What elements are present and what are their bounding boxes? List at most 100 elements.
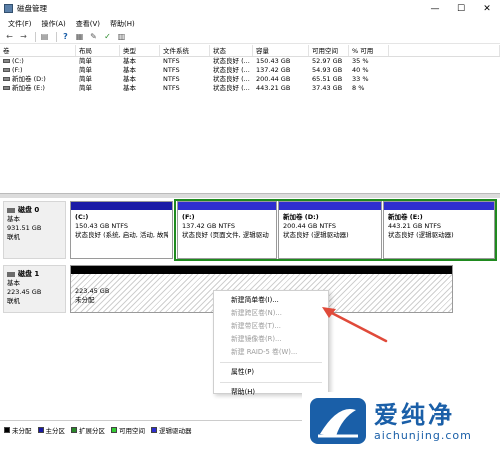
menu-bar: 文件(F) 操作(A) 查看(V) 帮助(H) [0,17,500,30]
cell-layout: 简单 [79,66,92,74]
header-type[interactable]: 类型 [120,45,160,56]
menu-item-new-simple-volume[interactable]: 新建简单卷(I)... [214,294,328,307]
annotation-arrow-icon [322,307,388,343]
partition-d[interactable]: 新加卷 (D:) 200.44 GB NTFS 状态良好 (逻辑驱动器) [278,201,382,259]
legend-swatch [4,426,10,433]
minimize-button[interactable]: — [422,0,448,17]
legend-label: 扩展分区 [79,426,105,435]
cell-percent-free: 35 % [352,57,369,65]
table-row[interactable]: 新加卷 (E:) 简单 基本 NTFS 状态良好 (... 443.21 GB … [0,84,500,93]
menu-item-new-striped-volume: 新建带区卷(T)... [231,322,281,330]
menu-separator [220,362,322,363]
partition-c-body: (C:) 150.43 GB NTFS 状态良好 (系统, 启动, 活动, 故障 [71,210,172,243]
cell-volume: (C:) [0,57,76,66]
header-percent-free[interactable]: % 可用 [349,45,389,56]
header-capacity[interactable]: 容量 [253,45,309,56]
header-filler [389,45,500,56]
partition-f-body: (F:) 137.42 GB NTFS 状态良好 (页面文件, 逻辑驱动 [178,210,276,243]
disk-0-status: 联机 [7,233,20,241]
logical-drive-bar [178,202,276,210]
disk-1-label[interactable]: 磁盘 1 基本 223.45 GB 联机 [3,265,66,313]
watermark-text: 爱纯净 aichunjing.com [374,401,472,442]
disk-list-icon[interactable]: ▤ [39,31,50,42]
menu-item-properties[interactable]: 属性(P) [214,366,328,379]
table-row[interactable]: 新加卷 (D:) 简单 基本 NTFS 状态良好 (... 200.44 GB … [0,75,500,84]
cell-percent-free: 8 % [352,84,365,92]
volume-name: 新加卷 (D:) [12,75,46,83]
context-menu: 新建简单卷(I)... 新建跨区卷(N)... 新建带区卷(T)... 新建镜像… [213,290,329,396]
partition-c[interactable]: (C:) 150.43 GB NTFS 状态良好 (系统, 启动, 活动, 故障 [70,201,173,259]
partition-name: (F:) [182,213,195,221]
cell-free-space: 65.51 GB [312,75,343,83]
menu-view[interactable]: 查看(V) [71,19,105,29]
table-row[interactable]: (C:) 简单 基本 NTFS 状态良好 (... 150.43 GB 52.9… [0,57,500,66]
help-icon[interactable]: ? [60,31,71,42]
disk-management-app-icon [4,4,13,13]
volume-name: (F:) [12,66,23,74]
toolbar-separator [56,31,57,42]
legend-label: 主分区 [45,426,66,435]
settings-icon[interactable]: ✎ [88,31,99,42]
partition-status: 状态良好 (页面文件, 逻辑驱动 [182,231,269,239]
cell-status: 状态良好 (... [213,57,250,65]
header-status[interactable]: 状态 [210,45,253,56]
logical-drive-bar [384,202,494,210]
legend-label: 未分配 [12,426,32,435]
header-free-space[interactable]: 可用空间 [309,45,349,56]
back-arrow-icon[interactable]: ← [4,31,15,42]
partition-e-body: 新加卷 (E:) 443.21 GB NTFS 状态良好 (逻辑驱动器) [384,210,494,243]
cell-type: 基本 [123,57,136,65]
disk-1-size: 223.45 GB [7,288,42,296]
disk-1-name: 磁盘 1 [18,270,40,278]
partition-size: 443.21 GB NTFS [388,222,441,230]
toolbar: ← → ▤ ? ▦ ✎ ✓ ▥ [0,30,500,44]
disk-0-label[interactable]: 磁盘 0 基本 931.51 GB 联机 [3,201,66,259]
header-volume[interactable]: 卷 [0,45,76,56]
menu-item-new-spanned-volume: 新建跨区卷(N)... [231,309,282,317]
header-filesystem[interactable]: 文件系统 [160,45,210,56]
cell-free-space: 37.43 GB [312,84,343,92]
menu-file[interactable]: 文件(F) [3,19,37,29]
cell-filesystem: NTFS [163,75,180,83]
legend-label: 逻辑驱动器 [159,426,192,435]
partition-size: 200.44 GB NTFS [283,222,336,230]
window-controls: — ☐ ✕ [422,0,500,17]
cell-capacity: 150.43 GB [256,57,291,65]
grid-icon[interactable]: ▥ [116,31,127,42]
legend-swatch [151,426,157,433]
disk-icon [7,207,15,213]
legend-label: 可用空间 [119,426,145,435]
legend-primary-partition: 主分区 [37,425,66,435]
forward-arrow-icon[interactable]: → [18,31,29,42]
cell-free-space: 52.97 GB [312,57,343,65]
partition-name: 新加卷 (D:) [283,213,319,221]
properties-icon[interactable]: ▦ [74,31,85,42]
partition-e[interactable]: 新加卷 (E:) 443.21 GB NTFS 状态良好 (逻辑驱动器) [383,201,495,259]
cell-volume: 新加卷 (D:) [0,75,76,84]
check-icon[interactable]: ✓ [102,31,113,42]
menu-help[interactable]: 帮助(H) [105,19,140,29]
cell-status: 状态良好 (... [213,84,250,92]
volume-list-header: 卷 布局 类型 文件系统 状态 容量 可用空间 % 可用 [0,45,500,57]
partition-d-body: 新加卷 (D:) 200.44 GB NTFS 状态良好 (逻辑驱动器) [279,210,381,243]
volume-list: 卷 布局 类型 文件系统 状态 容量 可用空间 % 可用 (C:) 简单 基本 … [0,45,500,195]
watermark: 爱纯净 aichunjing.com [302,392,500,450]
cell-filesystem: NTFS [163,84,180,92]
cell-type: 基本 [123,66,136,74]
close-button[interactable]: ✕ [474,0,500,17]
cell-filesystem: NTFS [163,66,180,74]
table-row[interactable]: (F:) 简单 基本 NTFS 状态良好 (... 137.42 GB 54.9… [0,66,500,75]
drive-icon [3,86,10,90]
legend-unallocated: 未分配 [4,425,32,435]
maximize-button[interactable]: ☐ [448,0,474,17]
partition-f[interactable]: (F:) 137.42 GB NTFS 状态良好 (页面文件, 逻辑驱动 [177,201,277,259]
menu-action[interactable]: 操作(A) [37,19,71,29]
header-layout[interactable]: 布局 [76,45,120,56]
partition-status: 状态良好 (逻辑驱动器) [283,231,349,239]
cell-volume: 新加卷 (E:) [0,84,76,93]
disk-1-status: 联机 [7,297,20,305]
cell-layout: 简单 [79,75,92,83]
title-bar: 磁盘管理 — ☐ ✕ [0,0,500,17]
cell-percent-free: 40 % [352,66,369,74]
logical-drive-bar [279,202,381,210]
